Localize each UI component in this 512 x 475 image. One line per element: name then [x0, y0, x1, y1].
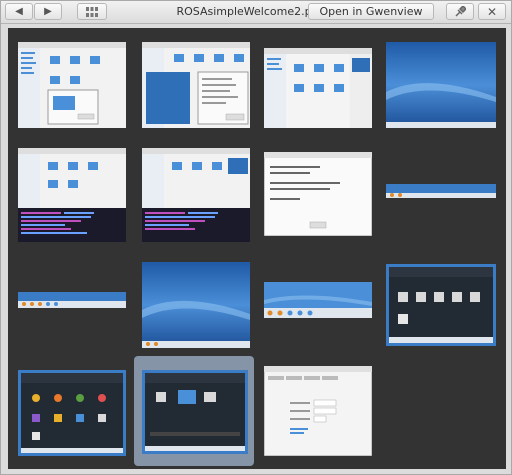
- thumbnail-item[interactable]: [134, 34, 254, 144]
- thumbnail-item[interactable]: [134, 254, 254, 364]
- thumbnail-image: [18, 148, 126, 242]
- thumbnail-item[interactable]: [382, 34, 502, 144]
- thumbnail-image: [142, 262, 250, 348]
- grid-view-button[interactable]: [77, 3, 107, 20]
- thumbnail-image: [18, 292, 126, 308]
- pin-button[interactable]: [446, 3, 474, 20]
- thumbnail-image: [386, 42, 496, 128]
- preview-window: ◀ ▶ ROSAsimpleWelcome2.png Open in Gwenv…: [0, 0, 512, 475]
- thumbnail-image: [264, 152, 372, 236]
- thumbnail-item[interactable]: [10, 358, 130, 468]
- thumbnail-item[interactable]: [10, 34, 130, 144]
- close-button[interactable]: ✕: [478, 3, 506, 20]
- thumbnail-item[interactable]: [258, 144, 378, 254]
- pin-icon: [454, 5, 466, 18]
- thumbnail-image: [386, 184, 496, 198]
- toolbar: ◀ ▶ ROSAsimpleWelcome2.png Open in Gwenv…: [1, 1, 511, 24]
- thumbnail-item[interactable]: [134, 144, 254, 254]
- thumbnail-item[interactable]: [258, 358, 378, 468]
- thumbnail-image: [264, 282, 372, 318]
- thumbnail-image: [142, 42, 250, 128]
- open-in-gwenview-button[interactable]: Open in Gwenview: [308, 3, 434, 20]
- thumbnail-image: [142, 148, 250, 242]
- grid-view-icon: [86, 6, 98, 17]
- thumbnail-item[interactable]: [382, 254, 502, 364]
- thumbnail-image: [142, 370, 248, 454]
- forward-button[interactable]: ▶: [34, 3, 62, 20]
- thumbnail-item[interactable]: [258, 254, 378, 364]
- thumbnail-item[interactable]: [382, 144, 502, 254]
- thumbnail-item[interactable]: [10, 254, 130, 364]
- thumbnail-image: [264, 48, 372, 128]
- thumbnail-image: [18, 370, 126, 456]
- thumbnail-item-selected[interactable]: [134, 356, 254, 466]
- thumbnail-image: [264, 366, 372, 456]
- thumbnail-image: [18, 42, 126, 128]
- thumbnail-item[interactable]: [10, 144, 130, 254]
- forward-arrow-icon: ▶: [44, 6, 52, 17]
- back-button[interactable]: ◀: [5, 3, 33, 20]
- close-icon: ✕: [486, 4, 498, 19]
- thumbnail-item[interactable]: [258, 34, 378, 144]
- thumbnail-grid: [8, 28, 506, 469]
- back-arrow-icon: ◀: [15, 6, 23, 17]
- thumbnail-image: [386, 264, 496, 346]
